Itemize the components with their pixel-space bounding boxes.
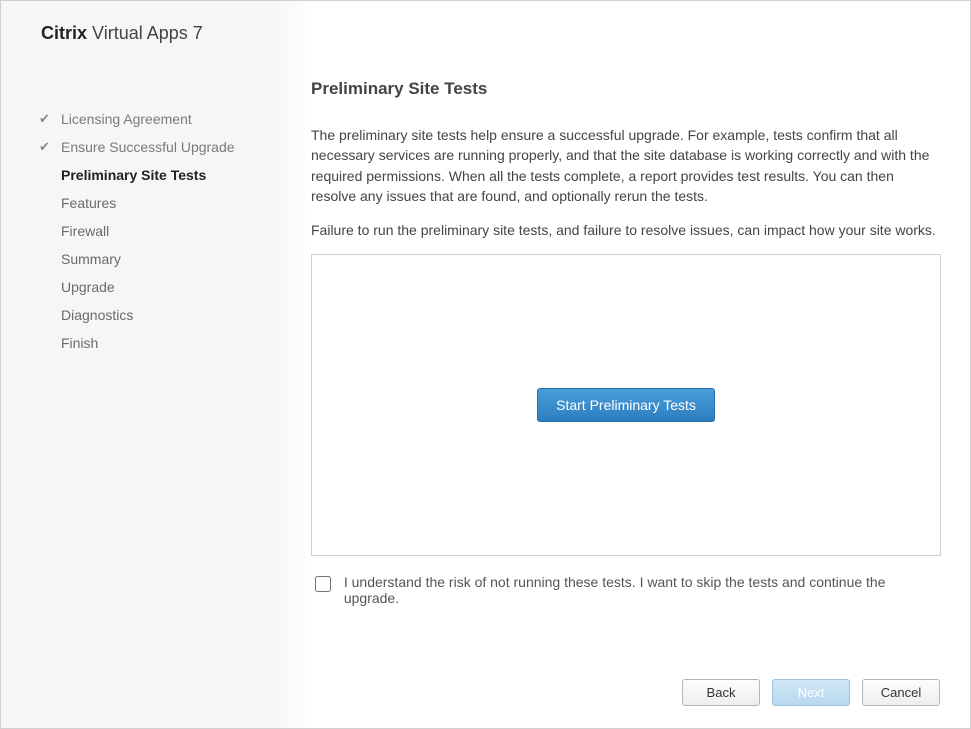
wizard-steps: ✔ Licensing Agreement ✔ Ensure Successfu… — [39, 111, 269, 363]
step-label: Diagnostics — [61, 307, 133, 323]
step-diagnostics: Diagnostics — [39, 307, 269, 323]
step-label: Upgrade — [61, 279, 115, 295]
checkmark-icon: ✔ — [39, 139, 53, 155]
cancel-button[interactable]: Cancel — [862, 679, 940, 706]
skip-tests-label: I understand the risk of not running the… — [344, 574, 939, 606]
product-name: Virtual Apps 7 — [92, 23, 203, 43]
product-header: Citrix Virtual Apps 7 — [41, 23, 203, 44]
intro-paragraph-2: Failure to run the preliminary site test… — [311, 220, 939, 240]
brand-name: Citrix — [41, 23, 87, 43]
installer-window: Citrix Virtual Apps 7 ✔ Licensing Agreem… — [0, 0, 971, 729]
step-label: Finish — [61, 335, 98, 351]
back-button[interactable]: Back — [682, 679, 760, 706]
checkmark-icon: ✔ — [39, 111, 53, 127]
step-upgrade: Upgrade — [39, 279, 269, 295]
step-ensure-successful-upgrade: ✔ Ensure Successful Upgrade — [39, 139, 269, 155]
main-content: Preliminary Site Tests The preliminary s… — [311, 79, 939, 606]
wizard-footer: Back Next Cancel — [682, 679, 940, 706]
step-label: Firewall — [61, 223, 109, 239]
step-label: Ensure Successful Upgrade — [61, 139, 235, 155]
skip-tests-checkbox[interactable] — [315, 576, 331, 592]
step-finish: Finish — [39, 335, 269, 351]
skip-tests-acknowledgement[interactable]: I understand the risk of not running the… — [311, 574, 939, 606]
step-summary: Summary — [39, 251, 269, 267]
start-preliminary-tests-button[interactable]: Start Preliminary Tests — [537, 388, 715, 422]
step-firewall: Firewall — [39, 223, 269, 239]
intro-paragraph-1: The preliminary site tests help ensure a… — [311, 125, 939, 206]
next-button[interactable]: Next — [772, 679, 850, 706]
step-features: Features — [39, 195, 269, 211]
step-licensing-agreement: ✔ Licensing Agreement — [39, 111, 269, 127]
step-label: Summary — [61, 251, 121, 267]
step-label: Preliminary Site Tests — [61, 167, 206, 183]
step-label: Licensing Agreement — [61, 111, 192, 127]
test-results-panel: Start Preliminary Tests — [311, 254, 941, 556]
step-label: Features — [61, 195, 116, 211]
step-preliminary-site-tests: Preliminary Site Tests — [39, 167, 269, 183]
page-title: Preliminary Site Tests — [311, 79, 939, 99]
